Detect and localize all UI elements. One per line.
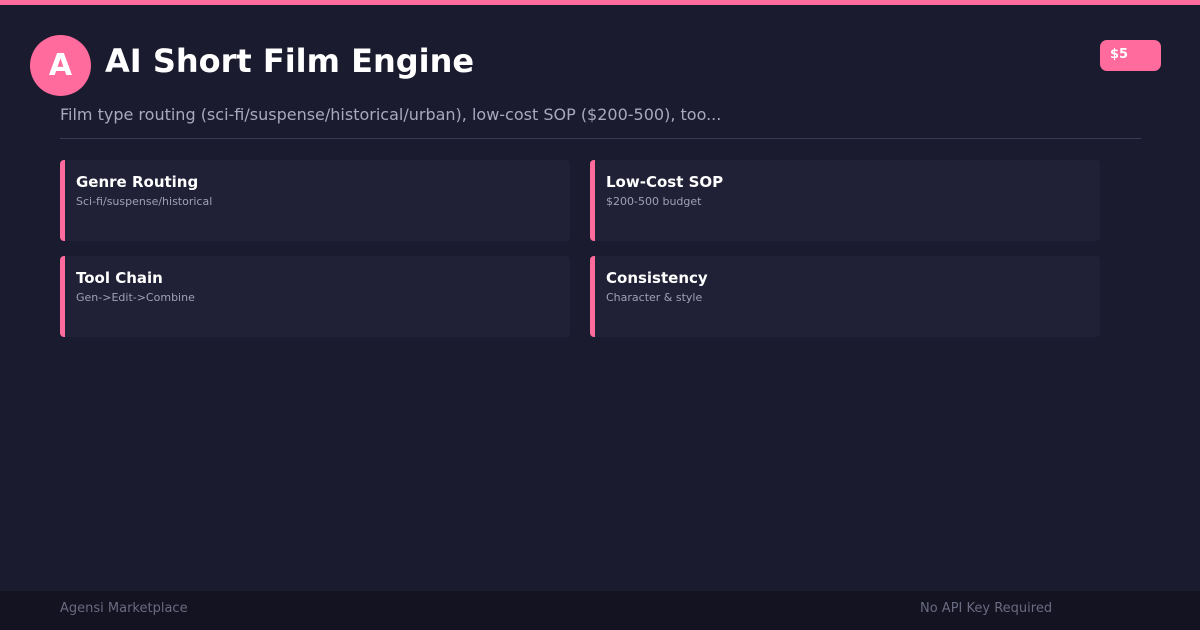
page-subtitle: Film type routing (sci-fi/suspense/histo… (60, 105, 722, 124)
accent-top-bar (0, 0, 1200, 5)
header-divider (60, 138, 1141, 139)
avatar-letter: A (48, 47, 73, 83)
feature-card-tool-chain: Tool Chain Gen->Edit->Combine (60, 256, 570, 337)
feature-card-low-cost-sop: Low-Cost SOP $200-500 budget (590, 160, 1100, 241)
price-badge: $5 (1100, 40, 1161, 71)
feature-card-description: Sci-fi/suspense/historical (76, 195, 213, 208)
feature-card-title: Consistency (606, 269, 708, 287)
feature-card-title: Genre Routing (76, 173, 199, 191)
page-title: AI Short Film Engine (105, 42, 475, 80)
footer: Agensi Marketplace No API Key Required (0, 591, 1200, 630)
avatar: A (30, 35, 91, 96)
feature-card-consistency: Consistency Character & style (590, 256, 1100, 337)
feature-card-description: Character & style (606, 291, 703, 304)
feature-card-title: Tool Chain (76, 269, 163, 287)
footer-api-note: No API Key Required (920, 601, 1053, 616)
feature-card-description: Gen->Edit->Combine (76, 291, 195, 304)
feature-card-title: Low-Cost SOP (606, 173, 724, 191)
feature-card-genre-routing: Genre Routing Sci-fi/suspense/historical (60, 160, 570, 241)
footer-brand: Agensi Marketplace (60, 601, 188, 616)
feature-card-description: $200-500 budget (606, 195, 702, 208)
